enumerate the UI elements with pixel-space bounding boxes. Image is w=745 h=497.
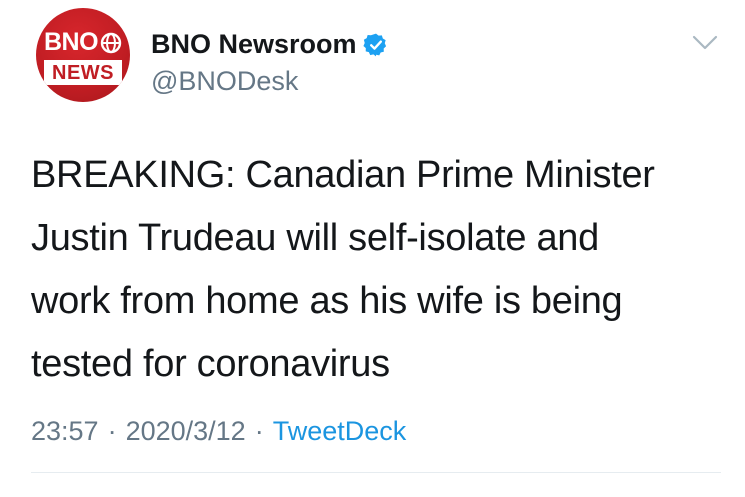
handle[interactable]: @BNODesk — [151, 68, 298, 95]
tweet-time[interactable]: 23:57 — [31, 418, 99, 445]
divider — [31, 472, 721, 473]
avatar-logo-text: BNO — [43, 28, 99, 56]
tweet-text: BREAKING: Canadian Prime Minister Justin… — [31, 154, 655, 385]
avatar-news-label: NEWS — [44, 60, 122, 85]
avatar-logo-row: BNO — [36, 30, 130, 55]
verified-badge-icon — [362, 33, 386, 56]
chevron-down-icon[interactable] — [691, 34, 719, 52]
tweet-meta: 23:57 · 2020/3/12 · TweetDeck — [31, 418, 406, 445]
name-row: BNO Newsroom — [151, 31, 389, 58]
meta-separator: · — [107, 416, 117, 446]
tweet-source-link[interactable]: TweetDeck — [273, 418, 407, 445]
meta-separator: · — [254, 416, 264, 446]
avatar[interactable]: BNO NEWS — [36, 8, 130, 102]
globe-icon — [100, 32, 122, 53]
display-name[interactable]: BNO Newsroom — [151, 31, 357, 58]
tweet-date[interactable]: 2020/3/12 — [126, 418, 246, 445]
tweet-card: BNO NEWS BNO Newsroom @BNODesk BREAKING:… — [0, 0, 745, 497]
